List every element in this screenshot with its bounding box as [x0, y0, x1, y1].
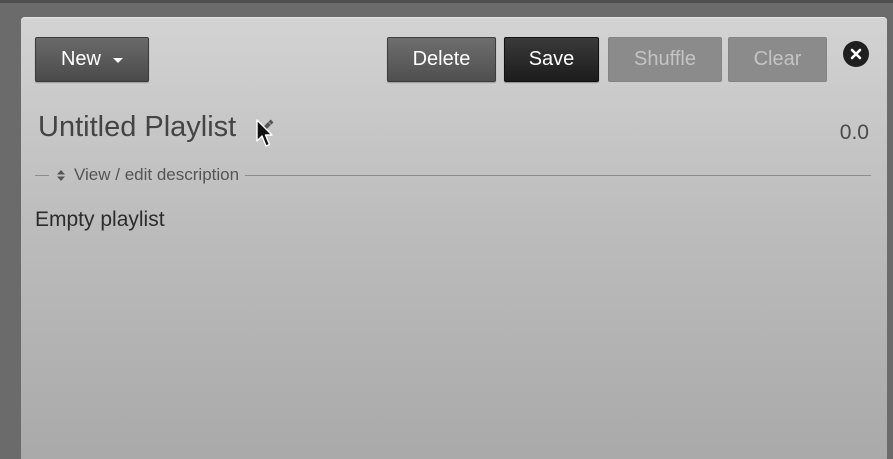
close-icon — [850, 48, 862, 60]
new-dropdown-button[interactable]: New — [35, 37, 149, 82]
shuffle-button-label: Shuffle — [634, 48, 696, 70]
playlist-count: 0.0 — [839, 121, 869, 144]
clear-button[interactable]: Clear — [728, 37, 827, 82]
close-button[interactable] — [843, 41, 869, 67]
delete-button[interactable]: Delete — [387, 37, 496, 82]
divider-line-left — [35, 174, 49, 176]
divider-line-right — [245, 174, 871, 176]
clear-button-label: Clear — [753, 48, 802, 70]
playlist-title[interactable]: Untitled Playlist — [38, 111, 236, 144]
window-frame: New Delete Save Shuffle Clear Untitled P… — [0, 0, 893, 459]
mouse-pointer-icon — [256, 119, 273, 147]
save-button[interactable]: Save — [504, 37, 599, 82]
empty-playlist-message: Empty playlist — [35, 208, 165, 231]
delete-button-label: Delete — [412, 48, 471, 70]
description-divider: View / edit description — [35, 164, 871, 186]
new-button-label: New — [60, 48, 101, 70]
description-toggle[interactable]: View / edit description — [55, 165, 239, 185]
sort-arrows-icon — [57, 169, 65, 181]
playlist-panel: New Delete Save Shuffle Clear Untitled P… — [21, 17, 887, 459]
description-toggle-label: View / edit description — [74, 165, 240, 184]
caret-down-icon — [113, 58, 123, 63]
save-button-label: Save — [528, 48, 575, 70]
shuffle-button[interactable]: Shuffle — [608, 37, 722, 82]
